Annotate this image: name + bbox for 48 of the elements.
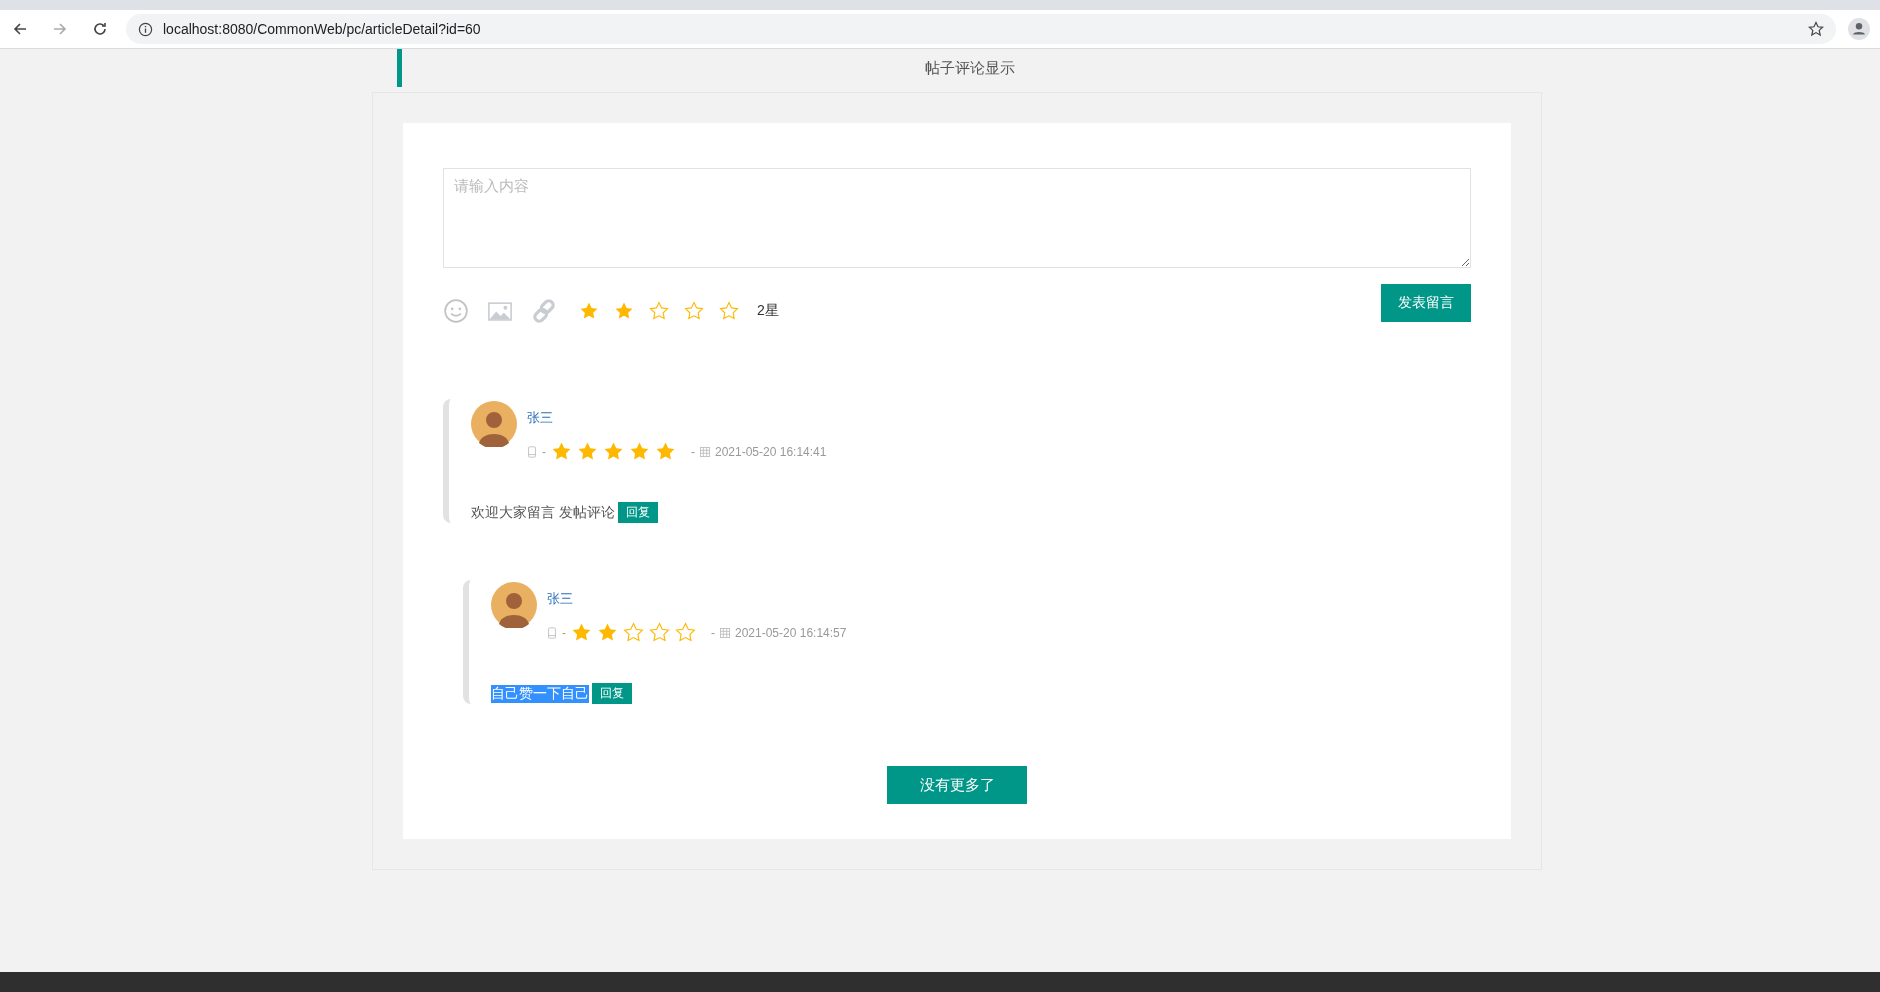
- filled-star-icon[interactable]: [579, 301, 599, 321]
- separator-text: -: [542, 444, 546, 459]
- empty-star-icon: [675, 622, 696, 643]
- empty-star-icon[interactable]: [684, 301, 704, 321]
- submit-button[interactable]: 发表留言: [1381, 284, 1471, 322]
- separator-text: -: [562, 625, 566, 640]
- emoji-icon[interactable]: [443, 298, 469, 324]
- separator-text: -: [691, 444, 695, 459]
- filled-star-icon: [603, 441, 624, 462]
- separator-text: -: [711, 625, 715, 640]
- forward-icon[interactable]: [52, 21, 68, 37]
- bookmark-star-icon[interactable]: [1808, 21, 1824, 37]
- filled-star-icon: [597, 622, 618, 643]
- comment-input[interactable]: 请输入内容: [443, 168, 1471, 268]
- filled-star-icon: [655, 441, 676, 462]
- filled-star-icon[interactable]: [614, 301, 634, 321]
- link-icon[interactable]: [531, 298, 557, 324]
- filled-star-icon: [577, 441, 598, 462]
- reload-icon[interactable]: [92, 21, 108, 37]
- calendar-icon: [720, 626, 730, 639]
- info-icon: [138, 21, 153, 37]
- no-more-button[interactable]: 没有更多了: [887, 766, 1027, 804]
- filled-star-icon: [629, 441, 650, 462]
- filled-star-icon: [571, 622, 592, 643]
- reply-button[interactable]: 回复: [592, 683, 632, 704]
- url-text: localhost:8080/CommonWeb/pc/articleDetail?id=60: [163, 21, 482, 37]
- filled-star-icon: [551, 441, 572, 462]
- author-name[interactable]: 张三: [547, 590, 847, 608]
- comment-text: 自己赞一下自己: [491, 684, 589, 703]
- avatar-icon: [471, 401, 517, 447]
- author-name[interactable]: 张三: [527, 409, 827, 427]
- comment-time: 2021-05-20 16:14:41: [715, 444, 827, 459]
- phone-icon: [547, 626, 557, 639]
- comment-text: 欢迎大家留言 发帖评论: [471, 503, 615, 522]
- back-icon[interactable]: [12, 21, 28, 37]
- reply-button[interactable]: 回复: [617, 502, 658, 523]
- avatar-icon: [491, 582, 537, 628]
- empty-star-icon[interactable]: [649, 301, 669, 321]
- address-bar[interactable]: localhost:8080/CommonWeb/pc/articleDetail?id=60: [126, 14, 1836, 44]
- empty-star-icon[interactable]: [719, 301, 739, 321]
- empty-star-icon: [623, 622, 644, 643]
- calendar-icon: [700, 445, 710, 458]
- profile-icon[interactable]: [1848, 18, 1870, 40]
- empty-star-icon: [649, 622, 670, 643]
- comment-time: 2021-05-20 16:14:57: [735, 625, 847, 640]
- section-title: 帖子评论显示: [924, 58, 1015, 78]
- rating-label: 2星: [757, 302, 779, 320]
- phone-icon: [527, 445, 537, 458]
